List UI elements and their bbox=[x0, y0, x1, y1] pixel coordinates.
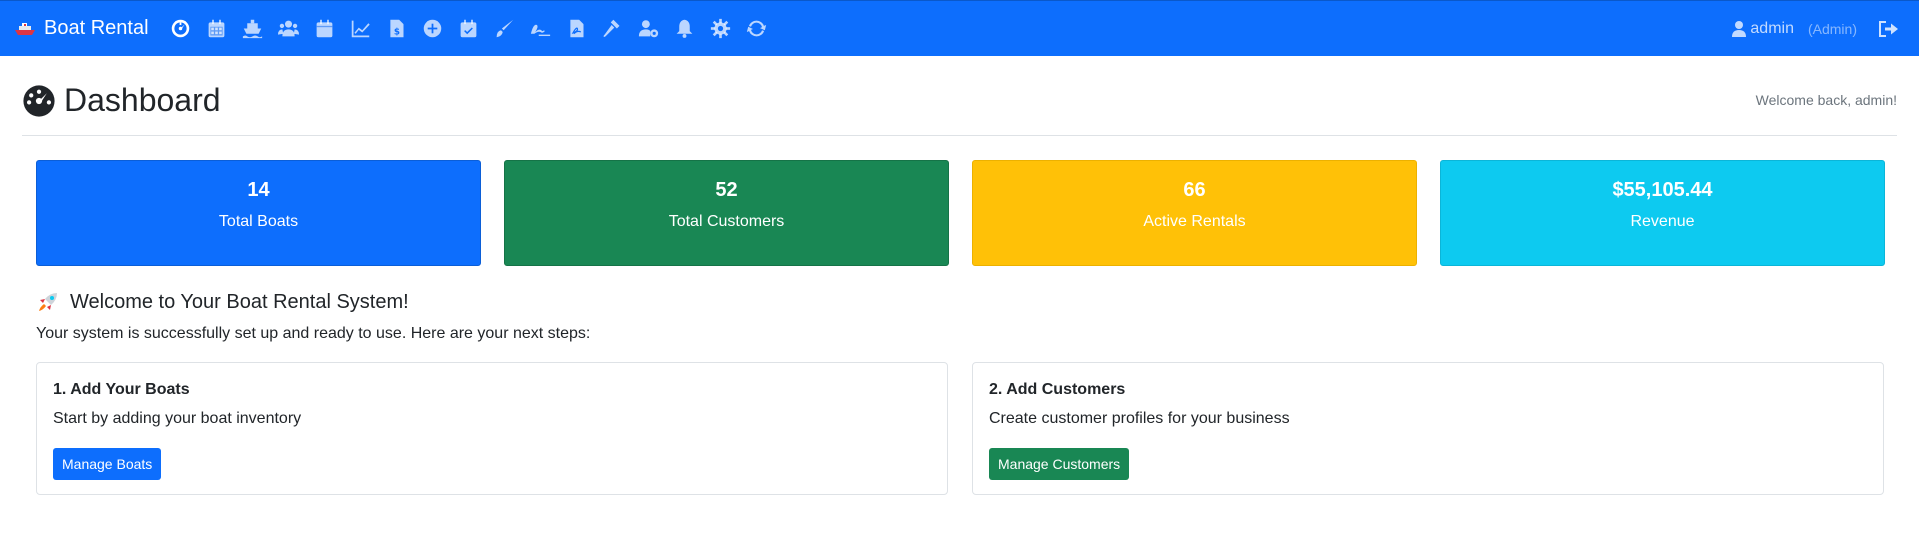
stat-value: 14 bbox=[247, 179, 270, 201]
user-name: admin bbox=[1750, 20, 1794, 37]
stat-label: Revenue bbox=[1630, 213, 1695, 230]
file-pdf-icon bbox=[570, 19, 584, 38]
step-text: Create customer profiles for your busine… bbox=[989, 410, 1290, 427]
nav-settings[interactable] bbox=[703, 1, 739, 57]
step-card-add-customers: 2. Add Customers Create customer profile… bbox=[972, 362, 1884, 495]
stat-label: Active Rentals bbox=[1143, 213, 1246, 230]
chart-line-icon bbox=[351, 20, 370, 38]
step-card-add-boats: 1. Add Your Boats Start by adding your b… bbox=[36, 362, 948, 495]
nav-boats[interactable] bbox=[235, 1, 271, 57]
page-header: Dashboard Welcome back, admin! bbox=[22, 80, 1897, 136]
page-title: Dashboard bbox=[22, 82, 221, 119]
bell-icon bbox=[676, 19, 693, 38]
user-role: (Admin) bbox=[1807, 21, 1857, 37]
welcome-heading-text: Welcome to Your Boat Rental System! bbox=[70, 290, 409, 313]
stat-label: Total Boats bbox=[218, 213, 299, 230]
logout-icon bbox=[1879, 21, 1898, 37]
users-icon bbox=[278, 20, 300, 37]
nav-admin-tools[interactable] bbox=[595, 1, 631, 57]
nav-notifications[interactable] bbox=[667, 1, 703, 57]
nav-schedule[interactable] bbox=[307, 1, 343, 57]
svg-text:$: $ bbox=[394, 28, 400, 38]
dashboard-icon bbox=[23, 84, 55, 117]
user-menu[interactable]: admin (Admin) bbox=[1732, 1, 1857, 57]
nav-new-rental[interactable] bbox=[415, 1, 451, 57]
sync-icon bbox=[746, 20, 767, 37]
stat-card-total-customers: 52 Total Customers bbox=[504, 160, 949, 266]
nav-invoices[interactable]: $ bbox=[379, 1, 415, 57]
welcome-back-text: Welcome back, admin! bbox=[1755, 92, 1897, 108]
page-title-text: Dashboard bbox=[64, 82, 221, 118]
stat-card-active-rentals: 66 Active Rentals bbox=[972, 160, 1417, 266]
dashboard-icon bbox=[171, 19, 190, 38]
nav-customers[interactable] bbox=[271, 1, 307, 57]
step-title: 2. Add Customers bbox=[989, 381, 1126, 398]
stat-label: Total Customers bbox=[668, 213, 785, 230]
nav-sync[interactable] bbox=[739, 1, 775, 57]
stat-card-revenue: $55,105.44 Revenue bbox=[1440, 160, 1885, 266]
gear-icon bbox=[710, 18, 731, 39]
nav-dashboard[interactable] bbox=[163, 1, 199, 57]
stat-value: 66 bbox=[1183, 179, 1206, 201]
ship-icon bbox=[242, 19, 263, 39]
brand-link[interactable]: Boat Rental bbox=[15, 1, 149, 57]
user-cog-icon bbox=[638, 20, 659, 38]
welcome-subtitle: Your system is successfully set up and r… bbox=[36, 325, 591, 342]
brand-name: Boat Rental bbox=[44, 17, 149, 39]
invoice-icon: $ bbox=[390, 19, 404, 38]
nav-customize[interactable] bbox=[487, 1, 523, 57]
user-icon bbox=[1732, 21, 1747, 37]
paint-brush-icon bbox=[496, 19, 514, 38]
nav-bookings[interactable] bbox=[451, 1, 487, 57]
plus-circle-icon bbox=[423, 19, 442, 38]
nav-documents[interactable] bbox=[559, 1, 595, 57]
manage-customers-button[interactable]: Manage Customers bbox=[989, 448, 1130, 480]
welcome-heading: Welcome to Your Boat Rental System! bbox=[36, 290, 409, 314]
signature-icon bbox=[530, 24, 551, 37]
nav-signatures[interactable] bbox=[523, 1, 559, 57]
gavel-icon bbox=[603, 19, 620, 37]
logout-button[interactable] bbox=[1875, 1, 1901, 57]
nav-user-management[interactable] bbox=[631, 1, 667, 57]
stat-value: 52 bbox=[715, 179, 738, 201]
calendar-check-icon bbox=[460, 19, 477, 38]
stat-value: $55,105.44 bbox=[1612, 179, 1713, 201]
calendar-days-icon bbox=[316, 19, 333, 38]
boat-icon bbox=[15, 22, 35, 35]
manage-boats-button[interactable]: Manage Boats bbox=[53, 448, 162, 480]
top-navbar: Boat Rental $ admin (Admin) bbox=[0, 0, 1919, 56]
nav-reports[interactable] bbox=[343, 1, 379, 57]
stat-card-total-boats: 14 Total Boats bbox=[36, 160, 481, 266]
nav-icon-bar: $ bbox=[163, 1, 775, 57]
step-title: 1. Add Your Boats bbox=[53, 381, 190, 398]
calendar-icon bbox=[208, 19, 225, 38]
nav-calendar[interactable] bbox=[199, 1, 235, 57]
rocket-icon bbox=[39, 293, 57, 311]
step-text: Start by adding your boat inventory bbox=[53, 410, 302, 427]
